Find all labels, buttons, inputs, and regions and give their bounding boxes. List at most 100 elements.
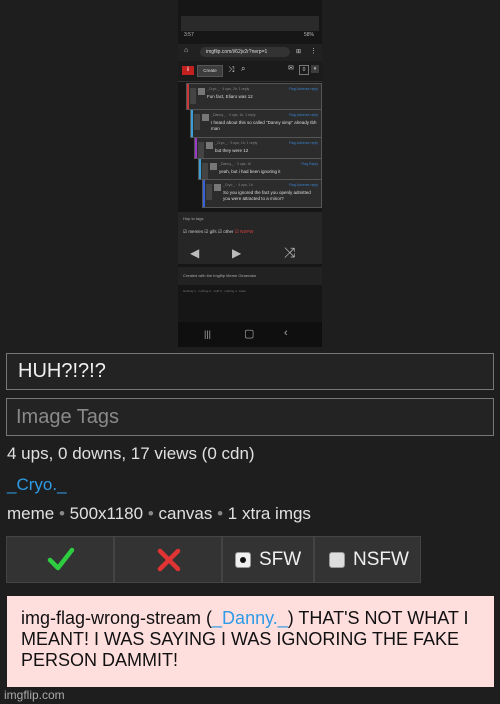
comment-meta: _Danny._ · 3 ups, 1h (219, 162, 252, 166)
comment-meta: _Cryo._ · 3 ups, 1h, 1 reply (215, 141, 258, 145)
avatar (206, 142, 213, 149)
phone-create-button: Create (197, 65, 223, 77)
meta-size: 500x1180 (69, 504, 144, 523)
approve-button[interactable] (6, 536, 114, 583)
vote-arrows-icon (206, 184, 212, 200)
vote-arrows-icon (202, 163, 208, 179)
meta-separator: • (58, 504, 65, 523)
comment-meta: _Cryo._ · 4 ups, 1h (223, 183, 253, 187)
vote-arrows-icon (190, 88, 196, 104)
phone-created-with: Created with the Imgflip Meme Generator (178, 267, 322, 285)
tags-input[interactable]: Image Tags (6, 398, 494, 436)
phone-time: 3:57 (184, 32, 194, 38)
image-stats: 4 ups, 0 downs, 17 views (0 cdn) (7, 444, 255, 463)
meta-type: meme (7, 504, 55, 523)
tag-options: ☑ memes ☑ gifs ☑ other ☑ NSFW (183, 229, 253, 235)
comment-flag: Flag Adverse reply (289, 141, 318, 145)
avatar (210, 163, 217, 170)
uploader-link[interactable]: _Cryo._ (7, 475, 67, 495)
phone-status-bar: 3:57 58% (178, 0, 322, 38)
comment-sidebar (195, 138, 197, 158)
image-meta: meme • 500x1180 • canvas • 1 xtra imgs (7, 504, 311, 524)
meme-image: 3:57 58% ⌂ imgflip.com/i/62jv2r?nerp=1 ⊞… (178, 0, 322, 347)
checkbox-icon: ☑ (183, 229, 188, 234)
sfw-label: SFW (259, 549, 302, 570)
chevron-down-icon: ▾ (311, 65, 319, 73)
tag-option: memes (188, 229, 204, 234)
phone-comment: _Cryo._ · 3 ups, 1h, 1 reply Flag Advers… (194, 137, 322, 159)
nsfw-button[interactable]: NSFW (314, 536, 421, 583)
comment-flag: Flag Adverse reply (289, 183, 318, 187)
phone-comment: _Cryo._ · 4 ups, 2h, 1 reply Flag Advers… (186, 83, 322, 110)
avatar (214, 184, 221, 191)
phone-battery: 58% (303, 32, 314, 38)
phone-footer: Nothing 1 · nothing 2 · stuff 3 · nothin… (183, 289, 246, 293)
phone-comment: _Cryo._ · 4 ups, 1h Flag Adverse reply S… (202, 179, 322, 208)
vote-arrows-icon (194, 114, 200, 130)
tags-label: Hop to tags (183, 216, 204, 221)
phone-nav-arrows: ◀ ▶ ⤨ (184, 244, 312, 260)
phone-url: imgflip.com/i/62jv2r?nerp=1 (200, 47, 290, 57)
search-icon: ⌕ (241, 64, 246, 73)
checkbox-icon: ☑ (204, 229, 209, 234)
comment-meta: _Danny._ · 4 ups, 1h, 1 reply (211, 113, 256, 117)
vote-arrows-icon (198, 142, 204, 158)
meta-mode: canvas (158, 504, 213, 523)
checkmark-icon (47, 547, 75, 571)
phone-tags-panel: Hop to tags ☑ memes ☑ gifs ☑ other ☑ NSF… (178, 212, 322, 264)
comment-meta: _Cryo._ · 4 ups, 2h, 1 reply (207, 87, 250, 91)
flag-note: img-flag-wrong-stream (_Danny._) THAT'S … (7, 596, 494, 687)
phone-comment: _Danny._ · 3 ups, 1h Flag Reply yeah, bu… (198, 158, 322, 180)
comment-sidebar (191, 110, 193, 137)
reject-button[interactable] (114, 536, 222, 583)
tag-option: gifs (209, 229, 217, 234)
arrow-left-icon: ◀ (190, 246, 200, 260)
meta-separator: • (147, 504, 154, 523)
comment-sidebar (203, 180, 205, 207)
phone-site-nav: i Create ⤨ ⌕ ✉ 0 ▾ (178, 61, 322, 82)
menu-icon: ⋮ (310, 48, 317, 55)
x-icon (157, 548, 181, 572)
note-prefix: img-flag-wrong-stream ( (21, 608, 213, 628)
phone-notification (181, 16, 319, 31)
meta-extra: 1 xtra imgs (227, 504, 311, 523)
shuffle-icon: ⤨ (284, 244, 296, 260)
comment-flag: Flag Reply (301, 162, 318, 166)
comment-text: Fun fact, Eliaro was 12 (207, 94, 253, 99)
watermark: imgflip.com (4, 688, 65, 702)
comment-sidebar (187, 84, 189, 109)
mail-icon: ✉ (288, 65, 294, 72)
sfw-button[interactable]: SFW (222, 536, 314, 583)
tabs-icon: ⊞ (296, 49, 302, 55)
site-logo: i (182, 66, 194, 75)
radio-unselected-icon (329, 552, 345, 568)
comment-text: but they were 12 (215, 148, 249, 153)
comment-sidebar (199, 159, 201, 179)
meta-separator: • (217, 504, 224, 523)
back-icon: ‹ (284, 327, 288, 339)
home-button-icon: ▢ (244, 328, 255, 340)
checkbox-icon: ☑ (217, 229, 222, 234)
radio-selected-icon (235, 552, 251, 568)
avatar (202, 114, 209, 121)
comment-flag: Flag Adverse reply (289, 113, 318, 117)
note-user-link[interactable]: _Danny._ (212, 608, 288, 628)
phone-nav-bar: ||| ▢ ‹ (178, 322, 322, 347)
arrow-right-icon: ▶ (232, 246, 242, 260)
comment-text: So you ignored the fact you openly admit… (223, 190, 311, 201)
title-input[interactable]: HUH?!?!? (6, 353, 494, 390)
comment-flag: Flag Adverse reply (289, 87, 318, 91)
phone-url-bar: ⌂ imgflip.com/i/62jv2r?nerp=1 ⊞ ⋮ (178, 44, 322, 61)
checkbox-icon: ☑ (234, 229, 239, 234)
radio-dot (240, 557, 246, 563)
avatar (198, 88, 205, 95)
home-icon: ⌂ (184, 47, 189, 54)
shuffle-icon: ⤨ (228, 65, 235, 74)
tag-option: other (223, 229, 234, 234)
recents-icon: ||| (204, 329, 212, 339)
nsfw-label: NSFW (353, 549, 409, 570)
comment-text: yeah, but i had been ignoring it (219, 169, 281, 174)
phone-comment: _Danny._ · 4 ups, 1h, 1 reply Flag Adver… (190, 109, 322, 138)
tag-option: NSFW (240, 229, 254, 234)
phone-count-badge: 0 (299, 65, 309, 75)
